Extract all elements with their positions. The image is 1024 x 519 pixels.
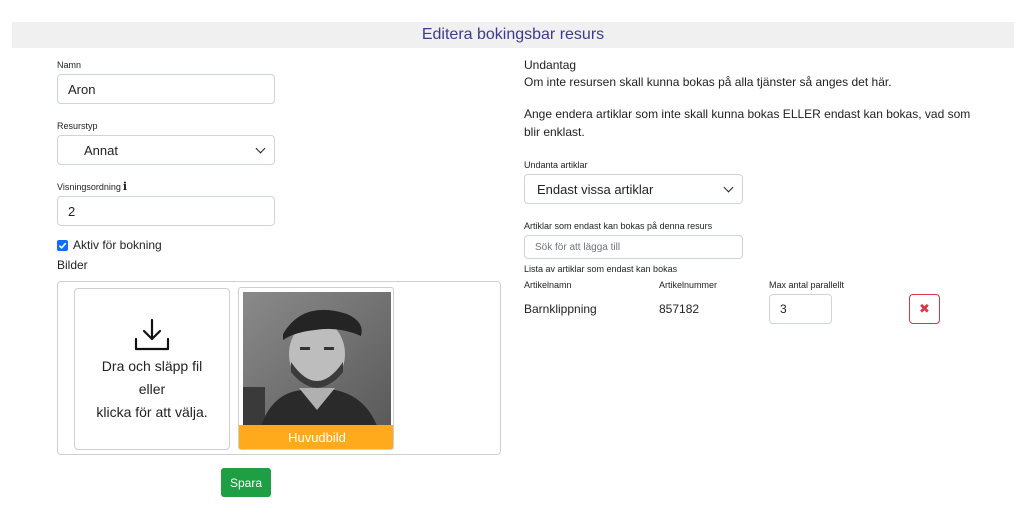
article-search-input[interactable]: Sök för att lägga till (524, 235, 743, 259)
column-header-max-parallel: Max antal parallellt (769, 280, 845, 290)
image-dropzone[interactable]: Dra och släpp fil eller klicka för att v… (74, 288, 230, 450)
save-button[interactable]: Spara (221, 468, 271, 497)
except-articles-label: Undanta artiklar (524, 160, 588, 170)
exceptions-description-1: Om inte resursen skall kunna bokas på al… (524, 75, 892, 89)
max-parallel-input[interactable]: 3 (769, 294, 832, 324)
image-thumbnail[interactable]: Huvudbild (238, 287, 394, 450)
display-order-value: 2 (68, 203, 76, 219)
chevron-down-icon (723, 182, 734, 192)
article-search-placeholder: Sök för att lägga till (535, 241, 621, 253)
name-value: Aron (68, 81, 96, 97)
chevron-down-icon (255, 143, 266, 153)
exceptions-description-2-line-1: Ange endera artiklar som inte skall kunn… (524, 107, 971, 121)
article-number-cell: 857182 (659, 302, 700, 316)
download-icon (134, 318, 170, 351)
checkmark-icon (58, 242, 67, 249)
close-icon: ✖ (919, 301, 930, 316)
active-checkbox[interactable] (57, 239, 68, 251)
name-label: Namn (57, 60, 82, 70)
active-label: Aktiv för bokning (73, 238, 162, 252)
display-order-label-text: Visningsordning (57, 182, 121, 192)
dropzone-text-1: Dra och släpp fil (101, 358, 203, 374)
portrait-image (243, 292, 391, 426)
display-order-field[interactable]: 2 (57, 196, 275, 226)
exceptions-description-2-line-2: blir enklast. (524, 125, 585, 139)
dropzone-text-2: eller (138, 381, 166, 397)
dropzone-text-3: klicka för att välja. (96, 404, 208, 420)
resource-type-label: Resurstyp (57, 121, 98, 131)
page-title: Editera bokingsbar resurs (421, 26, 605, 43)
page-header: Editera bokingsbar resurs (12, 22, 1014, 48)
resource-type-select[interactable]: Annat (57, 135, 275, 165)
images-label: Bilder (57, 258, 88, 272)
display-order-label: Visningsordning i (57, 180, 127, 193)
article-list-label: Lista av artiklar som endast kan bokas (524, 264, 678, 274)
info-icon[interactable]: i (123, 180, 127, 193)
article-name-cell: Barnklippning (524, 302, 597, 316)
column-header-article-number: Artikelnummer (659, 280, 718, 290)
active-checkbox-row[interactable]: Aktiv för bokning (57, 238, 162, 252)
except-articles-select[interactable]: Endast vissa artiklar (524, 174, 743, 204)
delete-row-button[interactable]: ✖ (909, 294, 940, 324)
main-image-badge: Huvudbild (239, 425, 393, 449)
only-articles-label: Artiklar som endast kan bokas på denna r… (524, 221, 713, 231)
except-articles-value: Endast vissa artiklar (537, 181, 654, 197)
name-field[interactable]: Aron (57, 74, 275, 104)
images-container: Dra och släpp fil eller klicka för att v… (57, 281, 501, 455)
resource-type-value: Annat (84, 142, 118, 158)
column-header-article-name: Artikelnamn (524, 280, 572, 290)
max-parallel-value: 3 (780, 302, 787, 316)
